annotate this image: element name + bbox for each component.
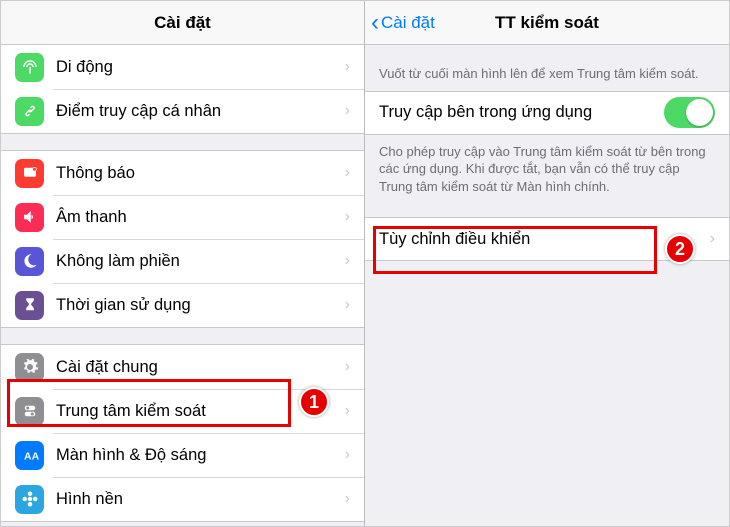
row-label: Hình nền	[56, 490, 345, 509]
row-wallpaper[interactable]: Hình nền ›	[1, 477, 364, 521]
hourglass-icon	[15, 291, 44, 320]
chevron-right-icon: ›	[345, 358, 350, 376]
settings-panel: Cài đặt Di động › Điểm truy cập cá nhân …	[1, 1, 365, 526]
control-icon	[15, 397, 44, 426]
row-label: Truy cập bên trong ứng dụng	[379, 103, 664, 122]
row-cellular[interactable]: Di động ›	[1, 45, 364, 89]
row-label: Không làm phiền	[56, 252, 345, 271]
row-label: Điểm truy cập cá nhân	[56, 102, 345, 121]
row-label: Màn hình & Độ sáng	[56, 446, 345, 465]
chevron-right-icon: ›	[345, 446, 350, 464]
page-title: TT kiểm soát	[495, 13, 599, 33]
chevron-right-icon: ›	[345, 402, 350, 420]
chevron-right-icon: ›	[345, 164, 350, 182]
chevron-right-icon: ›	[345, 490, 350, 508]
row-label: Thông báo	[56, 164, 345, 183]
back-label: Cài đặt	[381, 13, 435, 33]
annotation-badge-2: 2	[665, 234, 695, 264]
row-label: Cài đặt chung	[56, 358, 345, 377]
row-sounds[interactable]: Âm thanh ›	[1, 195, 364, 239]
back-button[interactable]: ‹ Cài đặt	[371, 11, 435, 35]
row-label: Tùy chỉnh điều khiển	[379, 230, 710, 249]
row-label: Thời gian sử dụng	[56, 296, 345, 315]
row-notifications[interactable]: Thông báo ›	[1, 151, 364, 195]
row-label: Di động	[56, 58, 345, 77]
row-label: Âm thanh	[56, 208, 345, 227]
section-note-toggle: Cho phép truy cập vào Trung tâm kiểm soá…	[365, 135, 729, 204]
svg-text:AA: AA	[24, 451, 39, 463]
row-hotspot[interactable]: Điểm truy cập cá nhân ›	[1, 89, 364, 133]
toggle-switch[interactable]	[664, 97, 715, 128]
notify-icon	[15, 159, 44, 188]
nav-header: ‹ Cài đặt TT kiểm soát	[365, 1, 729, 45]
chevron-right-icon: ›	[345, 252, 350, 270]
settings-group-network: Di động › Điểm truy cập cá nhân ›	[1, 45, 364, 134]
chevron-left-icon: ‹	[371, 11, 379, 35]
text-icon: AA	[15, 441, 44, 470]
section-note-top: Vuốt từ cuối màn hình lên để xem Trung t…	[365, 45, 729, 91]
chevron-right-icon: ›	[345, 102, 350, 120]
annotation-badge-1: 1	[299, 387, 329, 417]
nav-header: Cài đặt	[1, 1, 364, 45]
row-general[interactable]: Cài đặt chung ›	[1, 345, 364, 389]
row-display[interactable]: AA Màn hình & Độ sáng ›	[1, 433, 364, 477]
chevron-right-icon: ›	[345, 58, 350, 76]
gear-icon	[15, 353, 44, 382]
settings-group-alerts: Thông báo › Âm thanh › Không làm phiền ›…	[1, 150, 364, 328]
antenna-icon	[15, 53, 44, 82]
row-access-in-apps[interactable]: Truy cập bên trong ứng dụng	[365, 91, 729, 135]
chevron-right-icon: ›	[345, 208, 350, 226]
page-title: Cài đặt	[154, 13, 211, 33]
link-icon	[15, 97, 44, 126]
row-dnd[interactable]: Không làm phiền ›	[1, 239, 364, 283]
flower-icon	[15, 485, 44, 514]
settings-group-general: Cài đặt chung › Trung tâm kiểm soát › AA…	[1, 344, 364, 522]
control-center-panel: ‹ Cài đặt TT kiểm soát Vuốt từ cuối màn …	[365, 1, 729, 526]
row-screentime[interactable]: Thời gian sử dụng ›	[1, 283, 364, 327]
sound-icon	[15, 203, 44, 232]
chevron-right-icon: ›	[710, 230, 715, 248]
moon-icon	[15, 247, 44, 276]
chevron-right-icon: ›	[345, 296, 350, 314]
